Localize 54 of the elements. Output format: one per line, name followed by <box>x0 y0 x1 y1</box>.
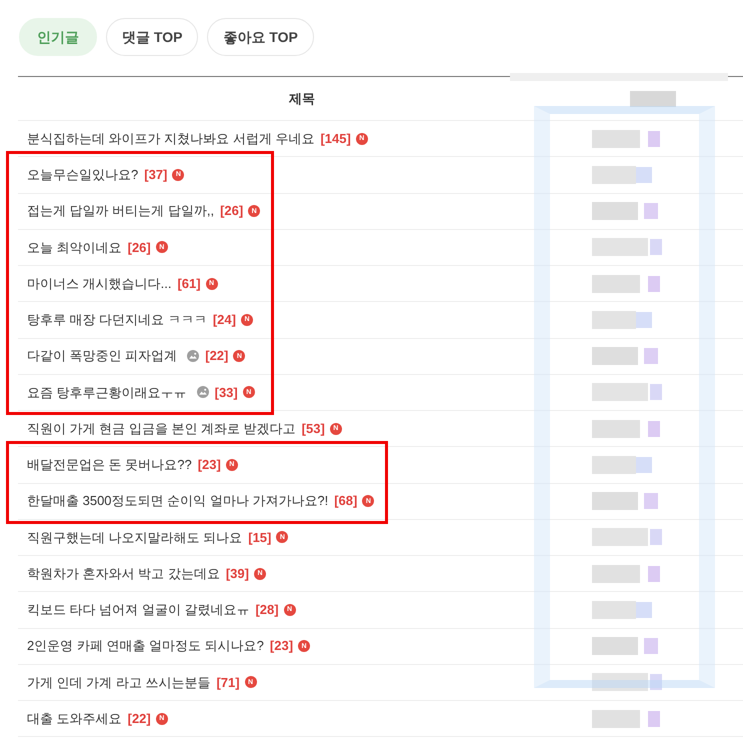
pixelated-block <box>592 456 652 474</box>
post-title-link[interactable]: 직원이 가게 현금 입금을 본인 계좌로 받겠다고 <box>27 418 296 438</box>
post-title-link[interactable]: 접는게 답일까 버티는게 답일까,, <box>27 201 214 221</box>
comment-count: [39] <box>226 564 249 583</box>
comment-count: [68] <box>334 492 358 510</box>
pixelated-block <box>592 564 660 583</box>
post-title-link[interactable]: 직원구했는데 나오지말라해도 되나요 <box>27 528 242 548</box>
post-title-link[interactable]: 가게 인데 가계 라고 쓰시는분들 <box>27 672 210 692</box>
comment-count: [26] <box>220 202 244 220</box>
comment-count: [23] <box>270 637 294 656</box>
pixelated-block <box>592 420 660 438</box>
comment-count: [145] <box>320 130 351 148</box>
comment-count: [61] <box>177 274 201 293</box>
post-title-link[interactable]: 학원차가 혼자와서 박고 갔는데요 <box>27 564 220 584</box>
comment-count: [22] <box>205 347 228 366</box>
comment-count: [23] <box>198 456 221 474</box>
tab[interactable]: 댓글 TOP <box>106 18 198 56</box>
post-title-link[interactable]: 오늘 최악이네요 <box>27 238 122 258</box>
post-title-link[interactable]: 킥보드 타다 넘어져 얼굴이 갈렸네요ㅠ <box>27 600 250 620</box>
comment-count: [15] <box>248 528 272 547</box>
pixelated-block <box>592 637 658 656</box>
post-title-link[interactable]: 한달매출 3500정도되면 순이익 얼마나 가져가나요?! <box>27 491 328 511</box>
comment-count: [28] <box>255 601 279 620</box>
comment-count: [24] <box>212 311 236 330</box>
pixelated-block <box>592 274 660 293</box>
post-title-link[interactable]: 요즘 탕후루근황이래요ㅜㅠ <box>27 382 187 402</box>
pixelated-block <box>592 492 658 510</box>
pixelated-block <box>592 166 652 184</box>
comment-count: [22] <box>128 710 151 728</box>
tab[interactable]: 좋아요 TOP <box>207 18 314 56</box>
post-title-link[interactable]: 배달전문업은 돈 못버나요?? <box>27 455 192 475</box>
comment-count: [53] <box>302 420 325 438</box>
post-title-link[interactable]: 다같이 폭망중인 피자업계 <box>27 346 178 366</box>
post-title-link[interactable]: 대출 도와주세요 <box>27 708 122 728</box>
comment-count: [26] <box>128 238 151 257</box>
pixelated-block <box>592 383 662 402</box>
pixelated-block <box>592 238 662 256</box>
column-header: 제목 <box>289 90 315 108</box>
comment-count: [33] <box>214 384 238 402</box>
comment-count: [71] <box>216 674 240 692</box>
post-title-link[interactable]: 오늘무슨일있나요? <box>27 165 138 185</box>
post-title-link[interactable]: 분식집하는데 와이프가 지쳤나봐요 서럽게 우네요 <box>27 128 314 148</box>
post-title-link[interactable]: 탕후루 매장 다던지네요 ㅋㅋㅋ <box>27 310 207 330</box>
post-title-link[interactable]: 마이너스 개시했습니다... <box>27 274 172 294</box>
pixelated-block <box>592 202 658 220</box>
pixelated-block <box>592 130 660 148</box>
pixelated-block <box>592 710 660 728</box>
pixelated-block <box>592 528 662 546</box>
pixelated-block <box>630 90 676 106</box>
comment-count: [37] <box>144 166 168 184</box>
pixelated-block <box>592 310 652 329</box>
post-title-link[interactable]: 2인운영 카페 연매출 얼마정도 되시나요? <box>27 636 264 656</box>
pixelated-block <box>592 347 658 366</box>
pixelated-block <box>592 600 652 619</box>
